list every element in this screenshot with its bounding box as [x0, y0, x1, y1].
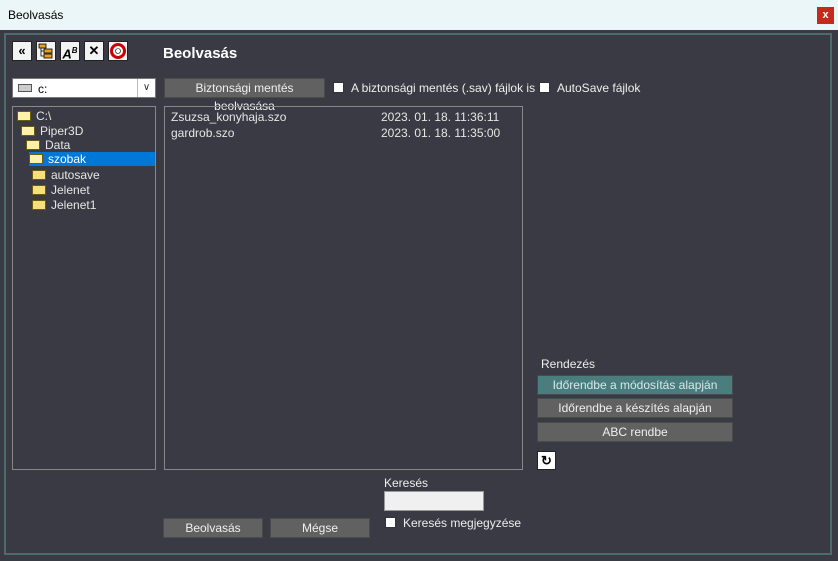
file-list[interactable]: Zsuzsa_konyhaja.szo 2023. 01. 18. 11:36:… — [164, 106, 523, 470]
tree-node-jelenet[interactable]: Jelenet — [32, 183, 90, 197]
sort-by-created-button[interactable]: Időrendbe a készítés alapján — [537, 398, 733, 418]
search-label: Keresés — [384, 476, 429, 490]
file-date: 2023. 01. 18. 11:35:00 — [381, 126, 501, 140]
tree-icon[interactable] — [36, 41, 56, 61]
tree-node-piper3d[interactable]: Piper3D — [21, 124, 83, 138]
folder-icon — [32, 184, 46, 195]
file-row[interactable]: gardrob.szo 2023. 01. 18. 11:35:00 — [171, 125, 511, 141]
spellcheck-icon[interactable]: AB — [60, 41, 80, 61]
tree-node-autosave[interactable]: autosave — [32, 168, 100, 182]
sav-files-checkbox[interactable]: A biztonsági mentés (.sav) fájlok is — [333, 81, 535, 95]
title-bar: Beolvasás x — [0, 0, 838, 30]
window-title: Beolvasás — [8, 8, 64, 22]
reverse-order-icon[interactable]: ↻ — [537, 451, 556, 470]
checkbox-box[interactable] — [333, 82, 344, 94]
tree-node-c[interactable]: C:\ — [17, 109, 51, 123]
remember-search-checkbox[interactable]: Keresés megjegyzése — [385, 516, 521, 530]
tree-node-jelenet1[interactable]: Jelenet1 — [32, 198, 96, 212]
file-date: 2023. 01. 18. 11:36:11 — [381, 110, 500, 124]
file-name: Zsuzsa_konyhaja.szo — [171, 110, 287, 124]
close-x-icon[interactable]: ✕ — [84, 41, 104, 61]
checkbox-box[interactable] — [385, 517, 396, 529]
tree-node-szobak[interactable]: szobak — [29, 152, 155, 166]
file-row[interactable]: Zsuzsa_konyhaja.szo 2023. 01. 18. 11:36:… — [171, 109, 511, 125]
folder-open-icon — [29, 153, 43, 164]
drive-select[interactable]: c: ∨ — [12, 78, 156, 98]
checkbox-box[interactable] — [539, 82, 550, 94]
tree-node-data[interactable]: Data — [26, 138, 70, 152]
page-title: Beolvasás — [163, 45, 238, 62]
close-window-button[interactable]: x — [817, 7, 834, 24]
file-name: gardrob.szo — [171, 126, 235, 140]
double-chevron-left-icon[interactable]: « — [12, 41, 32, 61]
cancel-button[interactable]: Mégse — [270, 518, 370, 538]
folder-open-icon — [21, 125, 35, 136]
drive-icon — [18, 84, 32, 92]
folder-open-icon — [17, 110, 31, 121]
folder-open-icon — [26, 139, 40, 150]
load-backup-button[interactable]: Biztonsági mentés beolvasása — [164, 78, 325, 113]
autosave-files-checkbox[interactable]: AutoSave fájlok — [539, 81, 640, 95]
folder-icon — [32, 169, 46, 180]
sort-abc-button[interactable]: ABC rendbe — [537, 422, 733, 442]
sort-by-modified-button[interactable]: Időrendbe a módosítás alapján — [537, 375, 733, 395]
chevron-down-icon[interactable]: ∨ — [137, 79, 155, 97]
folder-icon — [32, 199, 46, 210]
load-button[interactable]: Beolvasás — [163, 518, 263, 538]
folder-tree[interactable]: C:\ Piper3D Data szobak autosave Jelenet… — [12, 106, 156, 470]
drive-value: c: — [38, 82, 48, 96]
lifebuoy-icon[interactable] — [108, 41, 128, 61]
sort-label: Rendezés — [541, 357, 596, 371]
search-input[interactable] — [384, 491, 484, 511]
